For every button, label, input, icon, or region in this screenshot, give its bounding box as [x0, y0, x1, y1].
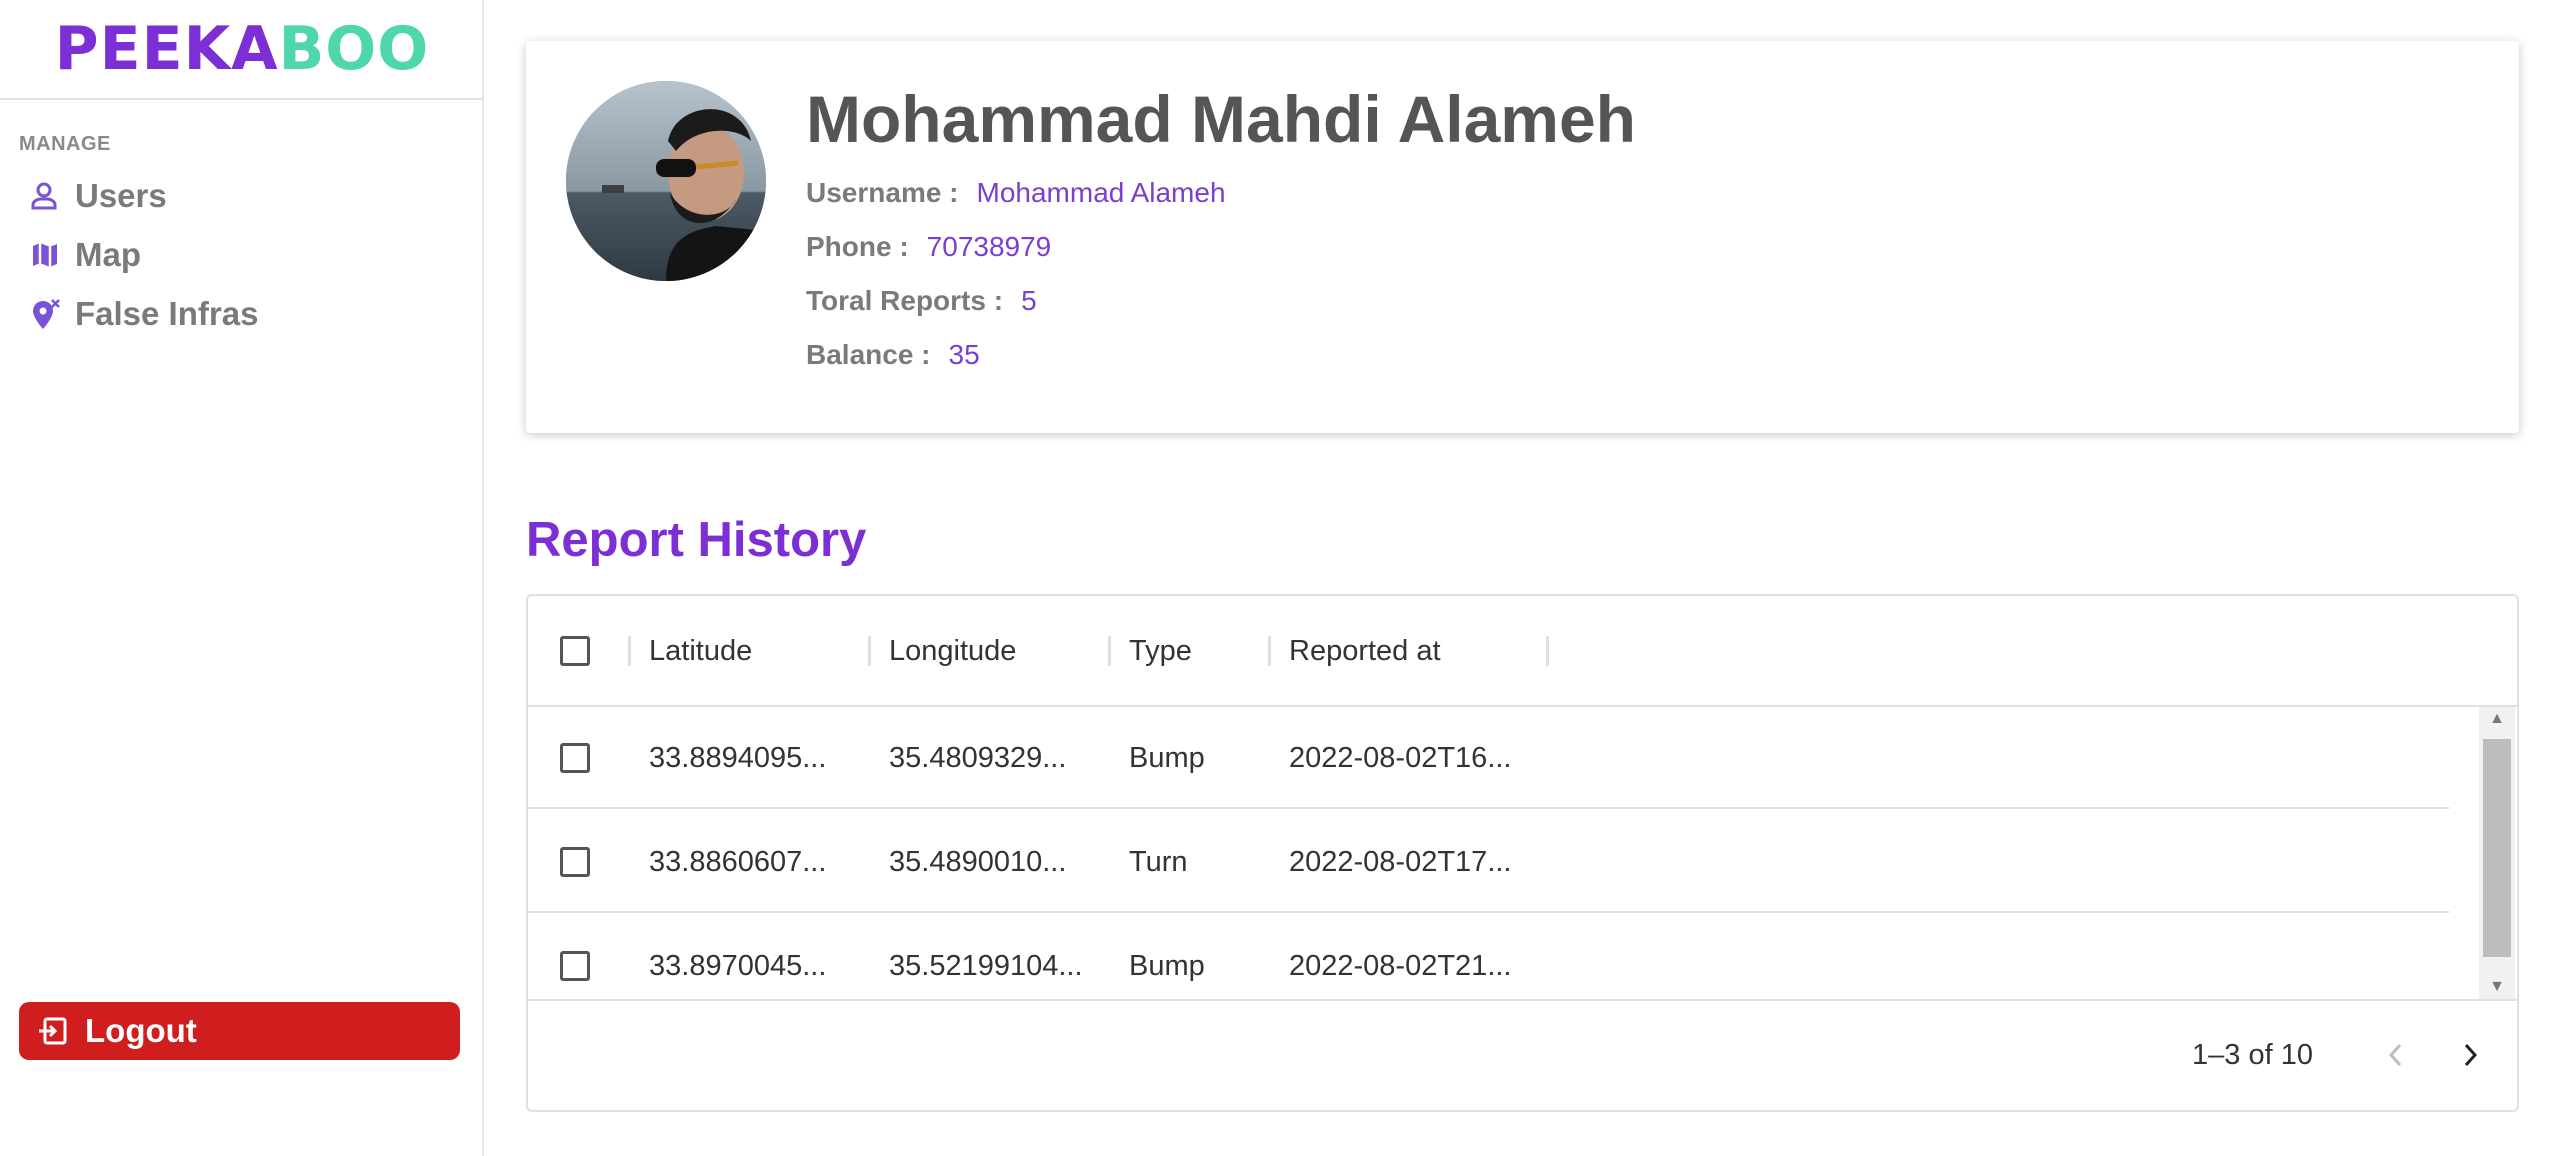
- map-icon: [19, 237, 75, 273]
- column-separator[interactable]: [628, 636, 631, 666]
- profile-reports-row: Toral Reports : 5: [806, 285, 1037, 317]
- profile-name: Mohammad Mahdi Alameh: [806, 82, 1636, 156]
- cell-type: Bump: [1129, 950, 1205, 982]
- row-checkbox[interactable]: [560, 743, 590, 773]
- total-reports-label: Toral Reports :: [806, 285, 1004, 316]
- username-label: Username :: [806, 177, 959, 208]
- username-value: Mohammad Alameh: [976, 177, 1226, 208]
- scroll-down-arrow-icon[interactable]: ▼: [2479, 975, 2515, 999]
- brand-logo-part1: PEEKA: [54, 14, 279, 84]
- sidebar-item-false-infras[interactable]: False Infras: [19, 288, 459, 340]
- sidebar: PEEKA BOO MANAGE Users Map False Infras L…: [0, 0, 484, 1156]
- cell-latitude: 33.8970045...: [649, 950, 827, 982]
- column-header-longitude[interactable]: Longitude: [889, 635, 1016, 668]
- total-reports-value: 5: [1021, 285, 1037, 316]
- chevron-right-icon: [2464, 1043, 2478, 1067]
- cell-reported-at: 2022-08-02T21...: [1289, 950, 1512, 982]
- cell-type: Turn: [1129, 846, 1188, 878]
- phone-label: Phone :: [806, 231, 909, 262]
- sidebar-item-label: False Infras: [75, 295, 259, 332]
- sidebar-section-label: MANAGE: [19, 133, 111, 155]
- user-icon: [19, 178, 75, 214]
- profile-username-row: Username : Mohammad Alameh: [806, 177, 1226, 209]
- sidebar-item-label: Map: [75, 236, 141, 273]
- balance-value: 35: [948, 339, 980, 370]
- column-separator[interactable]: [1546, 636, 1549, 666]
- cell-longitude: 35.4809329...: [889, 742, 1067, 774]
- column-header-type[interactable]: Type: [1129, 635, 1192, 668]
- column-header-reported-at[interactable]: Reported at: [1289, 635, 1441, 668]
- cell-reported-at: 2022-08-02T17...: [1289, 846, 1512, 878]
- cell-reported-at: 2022-08-02T16...: [1289, 742, 1512, 774]
- column-separator[interactable]: [868, 636, 871, 666]
- report-history-table: Latitude Longitude Type Reported at 33.8…: [526, 594, 2519, 1112]
- column-separator[interactable]: [1108, 636, 1111, 666]
- cell-type: Bump: [1129, 742, 1205, 774]
- scroll-up-arrow-icon[interactable]: ▲: [2479, 707, 2515, 731]
- cell-longitude: 35.52199104...: [889, 950, 1083, 982]
- next-page-button[interactable]: [2447, 1031, 2495, 1079]
- report-history-title: Report History: [526, 513, 867, 567]
- previous-page-button[interactable]: [2371, 1031, 2419, 1079]
- sidebar-item-users[interactable]: Users: [19, 170, 459, 222]
- profile-phone-row: Phone : 70738979: [806, 231, 1051, 263]
- location-x-icon: [19, 296, 75, 332]
- avatar: [566, 81, 766, 281]
- table-scrollbar[interactable]: ▲ ▼: [2479, 707, 2515, 999]
- sidebar-item-label: Users: [75, 177, 167, 214]
- cell-longitude: 35.4890010...: [889, 846, 1067, 878]
- scrollbar-thumb[interactable]: [2483, 739, 2511, 957]
- table-footer: 1–3 of 10: [528, 999, 2517, 1110]
- balance-label: Balance :: [806, 339, 931, 370]
- table-header: Latitude Longitude Type Reported at: [528, 596, 2517, 707]
- column-separator[interactable]: [1268, 636, 1271, 666]
- row-checkbox[interactable]: [560, 951, 590, 981]
- column-header-latitude[interactable]: Latitude: [649, 635, 752, 668]
- logout-icon: [19, 1017, 85, 1045]
- profile-balance-row: Balance : 35: [806, 339, 980, 371]
- cell-latitude: 33.8894095...: [649, 742, 827, 774]
- row-checkbox[interactable]: [560, 847, 590, 877]
- profile-card: Mohammad Mahdi Alameh Username : Mohamma…: [526, 41, 2519, 433]
- brand-logo[interactable]: PEEKA BOO: [0, 0, 484, 100]
- select-all-checkbox[interactable]: [560, 636, 590, 666]
- logout-label: Logout: [85, 1012, 197, 1049]
- chevron-left-icon: [2388, 1043, 2402, 1067]
- pagination-text: 1–3 of 10: [2192, 1039, 2313, 1071]
- logout-button[interactable]: Logout: [19, 1002, 460, 1060]
- table-row[interactable]: 33.8860607... 35.4890010... Turn 2022-08…: [528, 811, 2449, 913]
- table-row[interactable]: 33.8894095... 35.4809329... Bump 2022-08…: [528, 707, 2449, 809]
- sidebar-item-map[interactable]: Map: [19, 229, 459, 281]
- table-row[interactable]: 33.8970045... 35.52199104... Bump 2022-0…: [528, 915, 2449, 999]
- cell-latitude: 33.8860607...: [649, 846, 827, 878]
- brand-logo-part2: BOO: [278, 14, 430, 84]
- phone-value: 70738979: [926, 231, 1052, 262]
- table-body: 33.8894095... 35.4809329... Bump 2022-08…: [528, 707, 2517, 999]
